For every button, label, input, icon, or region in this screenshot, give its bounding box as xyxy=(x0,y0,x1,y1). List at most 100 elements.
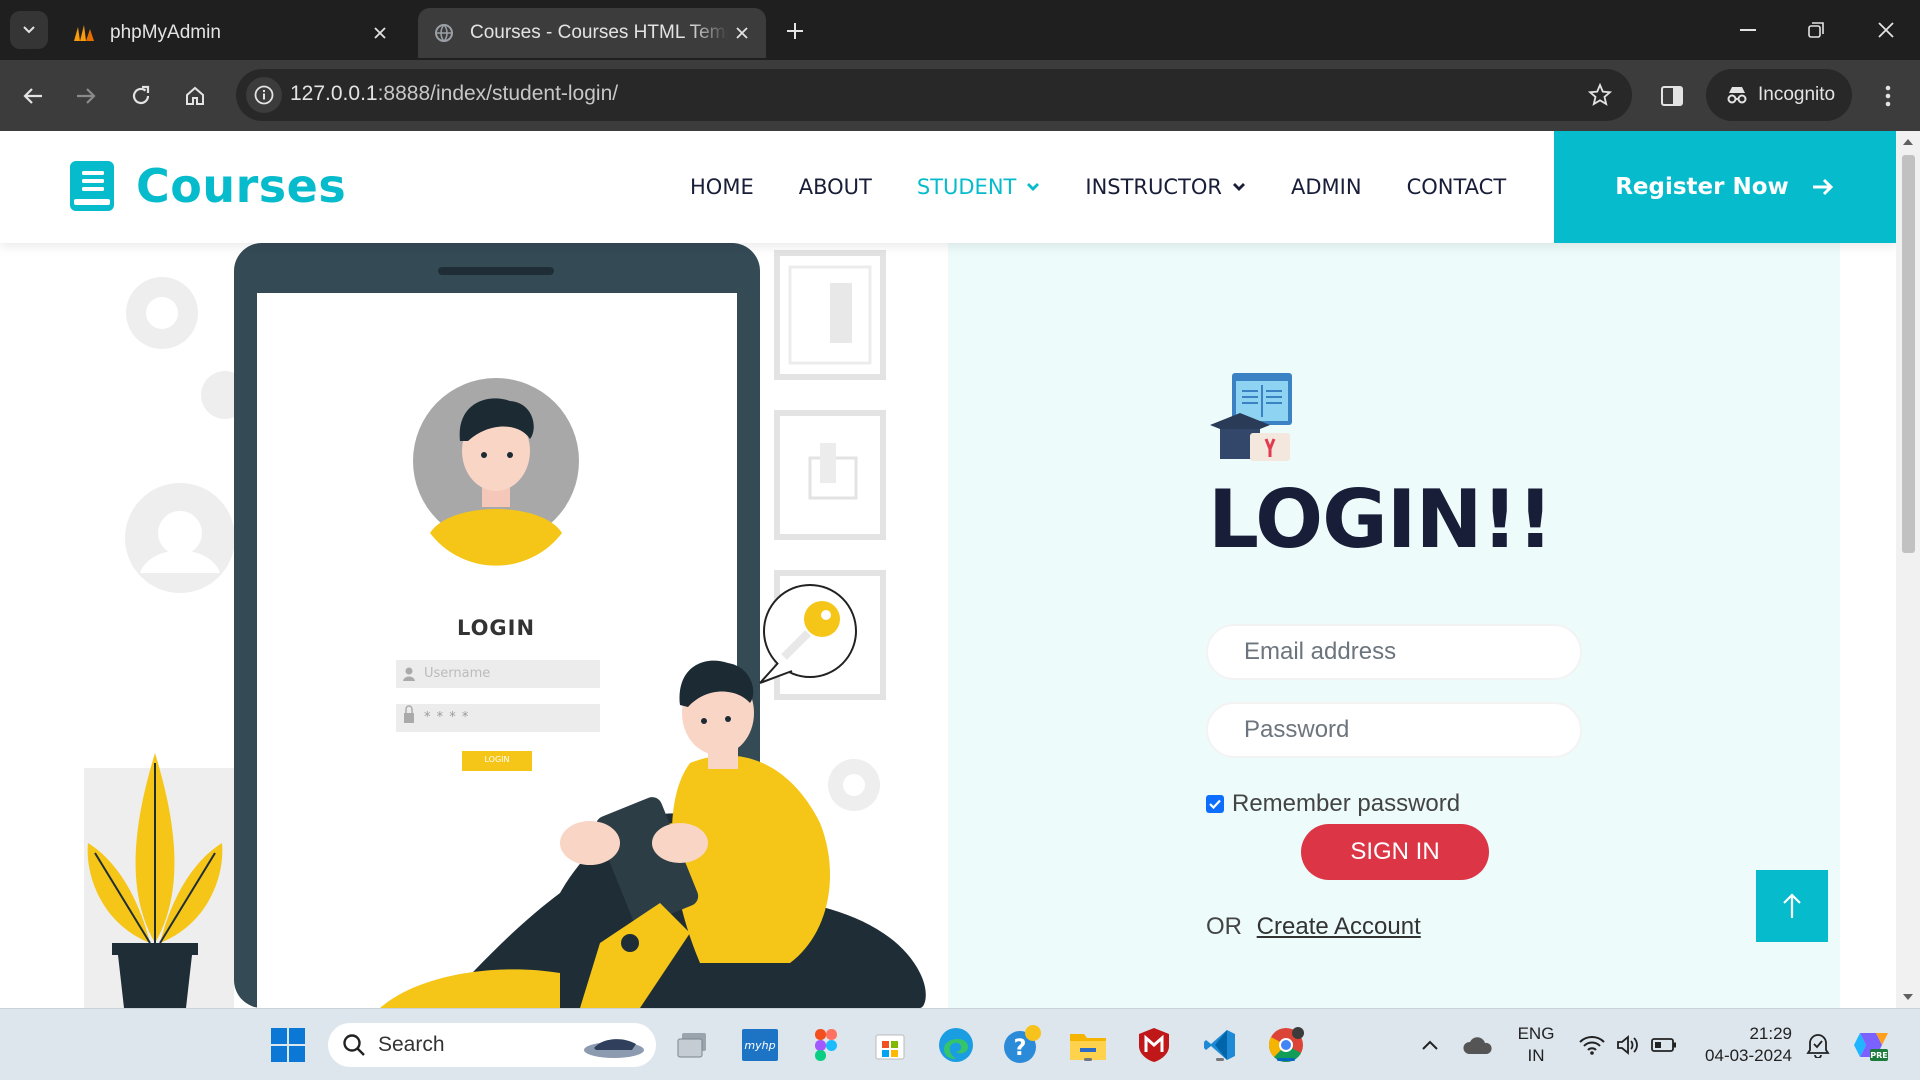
checkmark-icon xyxy=(1209,799,1221,809)
minimize-button[interactable] xyxy=(1720,8,1776,52)
nav-about[interactable]: ABOUT xyxy=(799,175,872,199)
side-panel-button[interactable] xyxy=(1652,76,1692,116)
brand-logo[interactable]: Courses xyxy=(70,159,346,213)
tab-title: phpMyAdmin xyxy=(110,22,221,43)
register-label: Register Now xyxy=(1615,174,1789,200)
incognito-label: Incognito xyxy=(1758,84,1836,105)
nav-admin[interactable]: ADMIN xyxy=(1291,175,1362,199)
create-account-link[interactable]: Create Account xyxy=(1257,913,1421,940)
register-now-button[interactable]: Register Now xyxy=(1554,131,1896,243)
speaker-icon[interactable] xyxy=(1608,1025,1648,1065)
copilot-icon[interactable]: PRE xyxy=(1850,1025,1890,1065)
home-icon xyxy=(186,86,204,105)
incognito-icon xyxy=(1727,87,1747,104)
mcafee-icon[interactable] xyxy=(1134,1025,1174,1065)
svg-text:myhp: myhp xyxy=(744,1039,775,1052)
browser-tab-bar: phpMyAdmin Courses - Courses HTML Templa… xyxy=(0,0,1920,60)
graduation-book-icon xyxy=(1210,373,1292,461)
url-text[interactable]: 127.0.0.1:8888/index/student-login/ xyxy=(290,82,618,106)
create-account-row: OR Create Account xyxy=(1206,913,1421,941)
email-field[interactable] xyxy=(1206,624,1582,680)
arrow-right-icon xyxy=(77,88,96,104)
chrome-icon[interactable] xyxy=(1266,1025,1306,1065)
browser-menu-button[interactable] xyxy=(1868,76,1908,116)
notification-bell-icon[interactable] xyxy=(1798,1025,1838,1065)
url-path: :8888/index/student-login/ xyxy=(377,82,619,105)
login-illustration: LOGIN Username * * * * LOGIN xyxy=(0,243,948,1008)
restore-icon xyxy=(1808,22,1824,38)
battery-icon[interactable] xyxy=(1644,1025,1684,1065)
nav-student[interactable]: STUDENT xyxy=(917,175,1041,199)
new-tab-button[interactable] xyxy=(778,14,812,48)
or-text: OR xyxy=(1206,913,1242,940)
show-hidden-icons-chevron-up-icon[interactable] xyxy=(1410,1025,1450,1065)
chevron-down-icon xyxy=(1027,183,1040,191)
nav-instructor-label: INSTRUCTOR xyxy=(1085,175,1223,199)
password-field[interactable] xyxy=(1206,702,1582,758)
nav-student-label: STUDENT xyxy=(916,175,1017,199)
myphp-app-icon[interactable]: myhp xyxy=(740,1025,780,1065)
windows-start-icon[interactable] xyxy=(268,1025,308,1065)
back-button[interactable] xyxy=(13,76,53,116)
forward-button[interactable] xyxy=(66,76,106,116)
address-bar[interactable]: 127.0.0.1:8888/index/student-login/ xyxy=(236,69,1632,121)
clock[interactable]: 21:29 04-03-2024 xyxy=(1696,1023,1792,1067)
svg-text:?: ? xyxy=(1014,1036,1027,1061)
incognito-badge[interactable]: Incognito xyxy=(1706,69,1852,121)
onedrive-cloud-icon[interactable] xyxy=(1458,1025,1498,1065)
url-host: 127.0.0.1 xyxy=(290,82,378,105)
figma-icon[interactable] xyxy=(806,1025,846,1065)
tab-phpmyadmin[interactable]: phpMyAdmin xyxy=(64,8,404,58)
tab-title: Courses - Courses HTML Template xyxy=(470,22,728,43)
brand-name: Courses xyxy=(136,159,347,213)
book-icon xyxy=(70,161,114,211)
reload-icon xyxy=(132,85,150,105)
scroll-down-arrow-icon[interactable] xyxy=(1901,990,1915,1004)
taskbar-search[interactable]: Search xyxy=(328,1023,656,1067)
site-info-button[interactable] xyxy=(246,77,282,113)
site-navbar: Courses HOME ABOUT STUDENT INSTRUCTOR AD… xyxy=(0,131,1896,243)
language-indicator[interactable]: ENG IN xyxy=(1510,1023,1562,1067)
close-icon xyxy=(1878,22,1894,38)
edge-icon[interactable] xyxy=(936,1025,976,1065)
remember-checkbox[interactable] xyxy=(1206,795,1224,813)
scroll-up-arrow-icon[interactable] xyxy=(1901,135,1915,149)
vscode-icon[interactable] xyxy=(1200,1025,1240,1065)
nav-home[interactable]: HOME xyxy=(690,175,754,199)
restore-button[interactable] xyxy=(1788,8,1844,52)
bookmark-star-icon[interactable] xyxy=(1586,81,1614,109)
tab-search-button[interactable] xyxy=(10,11,48,49)
wifi-icon[interactable] xyxy=(1572,1025,1612,1065)
active-indicator xyxy=(1084,1058,1092,1061)
login-panel: LOGIN!! Remember password SIGN IN OR Cre… xyxy=(948,243,1840,1008)
info-icon xyxy=(254,85,274,105)
windows-taskbar: Search myhp ? ENG IN 21:29 04-03-2024 PR… xyxy=(0,1008,1920,1080)
tab-courses[interactable]: Courses - Courses HTML Template xyxy=(418,8,766,58)
task-view-icon[interactable] xyxy=(672,1025,712,1065)
nav-instructor[interactable]: INSTRUCTOR xyxy=(1085,175,1246,199)
close-icon[interactable] xyxy=(366,19,394,47)
kebab-menu-icon xyxy=(1885,85,1891,107)
home-button[interactable] xyxy=(175,76,215,116)
scrollbar-thumb[interactable] xyxy=(1902,155,1915,553)
window-close-button[interactable] xyxy=(1858,8,1914,52)
nav-contact[interactable]: CONTACT xyxy=(1407,175,1507,199)
main-nav: HOME ABOUT STUDENT INSTRUCTOR ADMIN CONT… xyxy=(690,131,1551,243)
microsoft-store-icon[interactable] xyxy=(870,1025,910,1065)
search-icon xyxy=(343,1034,365,1056)
sign-in-button[interactable]: SIGN IN xyxy=(1301,824,1489,880)
reload-button[interactable] xyxy=(121,76,161,116)
arrow-right-icon xyxy=(1812,178,1833,196)
clock-time: 21:29 xyxy=(1749,1024,1792,1043)
minimize-icon xyxy=(1740,29,1756,31)
svg-text:PRE: PRE xyxy=(1870,1051,1888,1060)
file-explorer-icon[interactable] xyxy=(1068,1025,1108,1065)
close-icon[interactable] xyxy=(728,19,756,47)
page-scrollbar[interactable] xyxy=(1896,131,1920,1008)
arrow-left-icon xyxy=(23,88,42,104)
back-to-top-button[interactable] xyxy=(1756,870,1828,942)
get-help-icon[interactable]: ? xyxy=(1002,1025,1042,1065)
globe-icon xyxy=(432,21,456,45)
side-panel-icon xyxy=(1661,86,1683,106)
illustration-login-caption: LOGIN xyxy=(456,616,536,640)
